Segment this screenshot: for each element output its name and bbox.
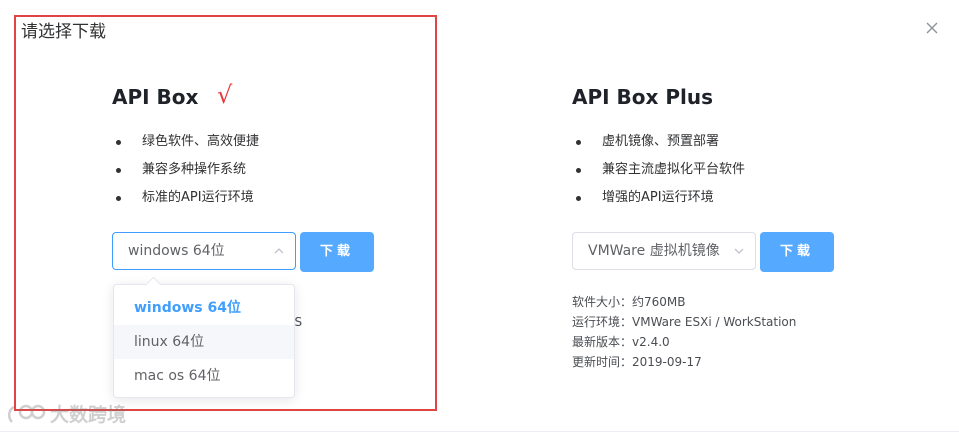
info-label: 最新版本： — [572, 335, 633, 349]
info-label: 更新时间： — [572, 355, 633, 369]
dropdown-option-macos[interactable]: mac os 64位 — [114, 359, 294, 393]
info-value: 2019-09-17 — [632, 355, 702, 369]
feature-list: 虚机镜像、预置部署 兼容主流虚拟化平台软件 增强的API运行环境 — [572, 131, 745, 215]
feature-item: 兼容主流虚拟化平台软件 — [572, 159, 745, 187]
feature-item: 虚机镜像、预置部署 — [572, 131, 745, 159]
info-row-version: 最新版本：v2.4.0 — [572, 332, 796, 352]
info-row-env: 运行环境：VMWare ESXi / WorkStation — [572, 312, 796, 332]
feature-item: 增强的API运行环境 — [572, 187, 745, 215]
product-name: API Box Plus — [572, 85, 714, 109]
divider — [0, 431, 959, 432]
checkmark-annotation: √ — [217, 81, 233, 109]
dropdown-option-linux[interactable]: linux 64位 — [114, 325, 294, 359]
watermark: 大数跨境 — [6, 402, 126, 430]
feature-item: 标准的API运行环境 — [112, 187, 259, 215]
watermark-logo-icon — [8, 404, 46, 423]
feature-list: 绿色软件、高效便捷 兼容多种操作系统 标准的API运行环境 — [112, 131, 259, 215]
product-api-box: API Box √ 绿色软件、高效便捷 兼容多种操作系统 标准的API运行环境 … — [112, 83, 374, 329]
watermark-text: 大数跨境 — [50, 404, 127, 426]
info-value: v2.4.0 — [632, 335, 670, 349]
feature-item: 兼容多种操作系统 — [112, 159, 259, 187]
download-button-api-box[interactable]: 下载 — [300, 232, 374, 272]
os-select-value: windows 64位 — [128, 243, 225, 259]
image-select[interactable]: VMWare 虚拟机镜像 — [572, 232, 756, 270]
dialog-title: 请选择下载 — [21, 22, 106, 42]
info-row-updated: 更新时间：2019-09-17 — [572, 352, 796, 372]
product-api-box-plus: API Box Plus 虚机镜像、预置部署 兼容主流虚拟化平台软件 增强的AP… — [572, 84, 834, 369]
chevron-up-icon — [274, 248, 284, 254]
info-row-size: 软件大小：约760MB — [572, 292, 796, 312]
dropdown-arrow — [145, 276, 162, 293]
software-info: 软件大小：约760MB 运行环境：VMWare ESXi / WorkStati… — [572, 292, 796, 372]
close-icon — [926, 22, 938, 34]
os-dropdown-menu: windows 64位 linux 64位 mac os 64位 — [113, 276, 295, 398]
download-dialog: 请选择下载 API Box √ 绿色软件、高效便捷 兼容多种操作系统 标准的AP… — [0, 0, 959, 434]
feature-item: 绿色软件、高效便捷 — [112, 131, 259, 159]
chevron-down-icon — [734, 248, 744, 254]
dropdown-option-windows[interactable]: windows 64位 — [114, 291, 294, 325]
info-label: 软件大小： — [572, 295, 633, 309]
close-button[interactable] — [922, 18, 942, 38]
product-name: API Box — [112, 85, 199, 109]
download-button-api-box-plus[interactable]: 下载 — [760, 232, 834, 272]
info-value: VMWare ESXi / WorkStation — [632, 315, 797, 329]
info-value: 约760MB — [632, 295, 686, 309]
image-select-value: VMWare 虚拟机镜像 — [588, 243, 720, 259]
info-label: 运行环境： — [572, 315, 633, 329]
os-select[interactable]: windows 64位 — [112, 232, 296, 270]
